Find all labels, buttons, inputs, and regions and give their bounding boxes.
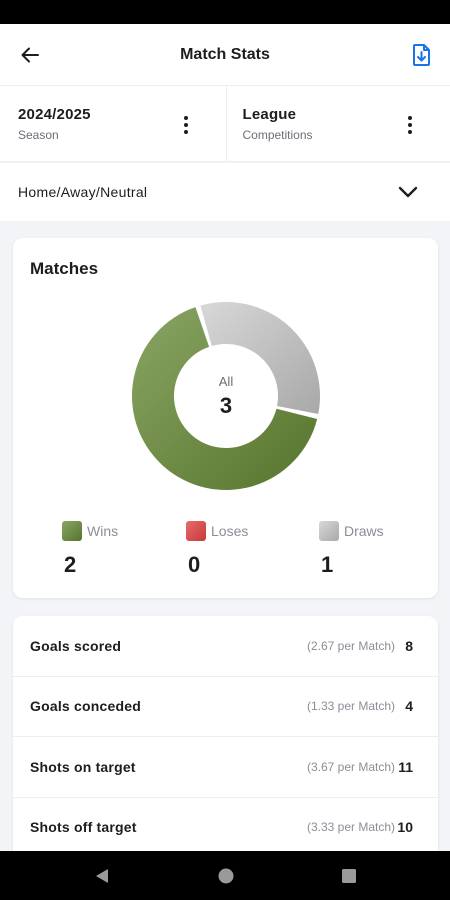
stat-value: 4 [405,698,413,715]
wins-swatch [62,521,82,541]
chevron-down-icon[interactable] [396,180,420,204]
nav-home-icon[interactable] [216,866,236,886]
stat-row-goals-scored: Goals scored (2.67 per Match) 8 [13,616,438,677]
stat-label: Goals conceded [30,698,141,715]
donut-center-total: 3 [219,392,233,418]
matches-card: Matches All 3 Wins 2 Loses 0 Draws 1 [13,238,438,598]
legend-label: Draws [344,523,384,539]
venue-value: Home/Away/Neutral [18,184,148,200]
legend-item-loses: Loses 0 [186,521,248,578]
stat-per-match: (3.67 per Match) [306,759,395,774]
stat-row-shots-off-target: Shots off target (3.33 per Match) 10 [13,798,438,858]
nav-recents-icon[interactable] [339,866,359,886]
donut-center-label: All [218,373,234,389]
stat-label: Goals scored [30,637,122,654]
arrow-left-icon[interactable] [14,39,46,71]
stat-per-match: (2.67 per Match) [306,638,395,653]
stat-per-match: (3.33 per Match) [306,820,395,835]
more-vert-icon[interactable] [176,113,196,137]
matches-heading: Matches [30,259,99,278]
stat-row-shots-on-target: Shots on target (3.67 per Match) 11 [13,737,438,798]
stat-label: Shots off target [30,819,137,836]
stat-value: 11 [398,758,413,775]
venue-dropdown[interactable]: Home/Away/Neutral [0,163,450,221]
stat-value: 8 [405,637,413,654]
loses-swatch [186,521,206,541]
filters-row: 2024/2025 Season League Competitions [0,86,450,162]
stat-value: 10 [397,819,413,836]
legend-label: Loses [211,523,249,539]
stat-row-goals-conceded: Goals conceded (1.33 per Match) 4 [13,677,438,737]
more-vert-icon[interactable] [400,113,420,137]
legend-item-wins: Wins 2 [62,521,118,578]
legend-count: 0 [188,552,201,577]
matches-donut-chart: All 3 [131,301,321,491]
legend-count: 2 [64,552,77,577]
nav-back-icon[interactable] [92,866,112,886]
legend-count: 1 [321,552,334,577]
stat-label: Shots on target [30,758,136,775]
app-bar: Match Stats [0,24,450,86]
system-nav-bar [0,851,450,900]
file-download-icon[interactable] [406,39,438,71]
legend-label: Wins [87,523,119,539]
draws-swatch [319,521,339,541]
status-bar [0,0,450,24]
competition-filter[interactable]: League Competitions [225,86,450,161]
donut-center: All 3 [131,301,321,491]
stat-per-match: (1.33 per Match) [306,699,395,714]
page-title: Match Stats [180,45,270,63]
season-filter[interactable]: 2024/2025 Season [0,86,226,161]
legend-item-draws: Draws 1 [319,521,384,578]
